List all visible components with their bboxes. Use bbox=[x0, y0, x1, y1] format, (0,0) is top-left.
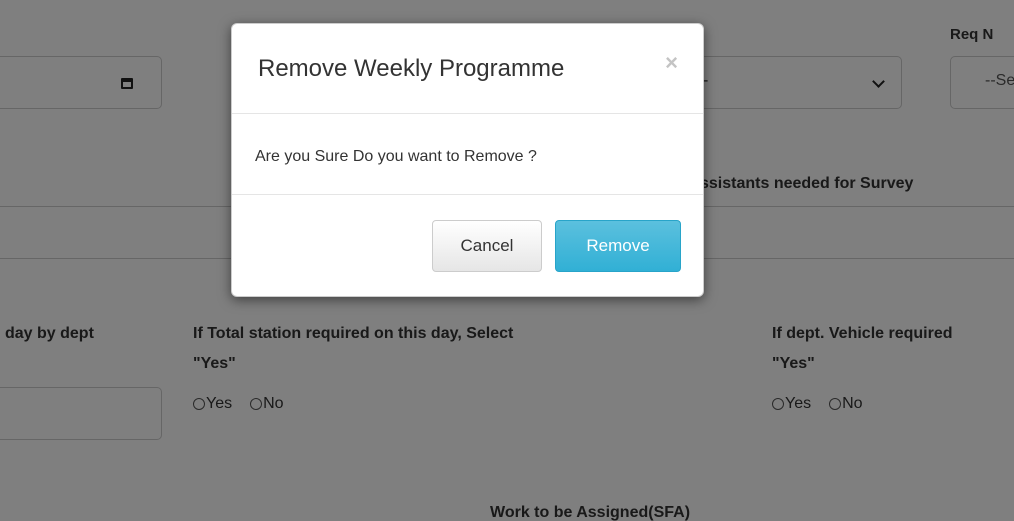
remove-button[interactable]: Remove bbox=[555, 220, 681, 272]
dialog-title: Remove Weekly Programme bbox=[258, 55, 565, 82]
dialog-header: Remove Weekly Programme × bbox=[232, 24, 703, 114]
dialog-body: Are you Sure Do you want to Remove ? bbox=[232, 114, 703, 195]
cancel-button[interactable]: Cancel bbox=[432, 220, 542, 272]
dialog-message: Are you Sure Do you want to Remove ? bbox=[255, 148, 537, 165]
remove-dialog: Remove Weekly Programme × Are you Sure D… bbox=[231, 23, 704, 297]
page: - Req N --Se ssistants needed for Survey… bbox=[0, 0, 1014, 521]
close-icon[interactable]: × bbox=[665, 50, 678, 76]
